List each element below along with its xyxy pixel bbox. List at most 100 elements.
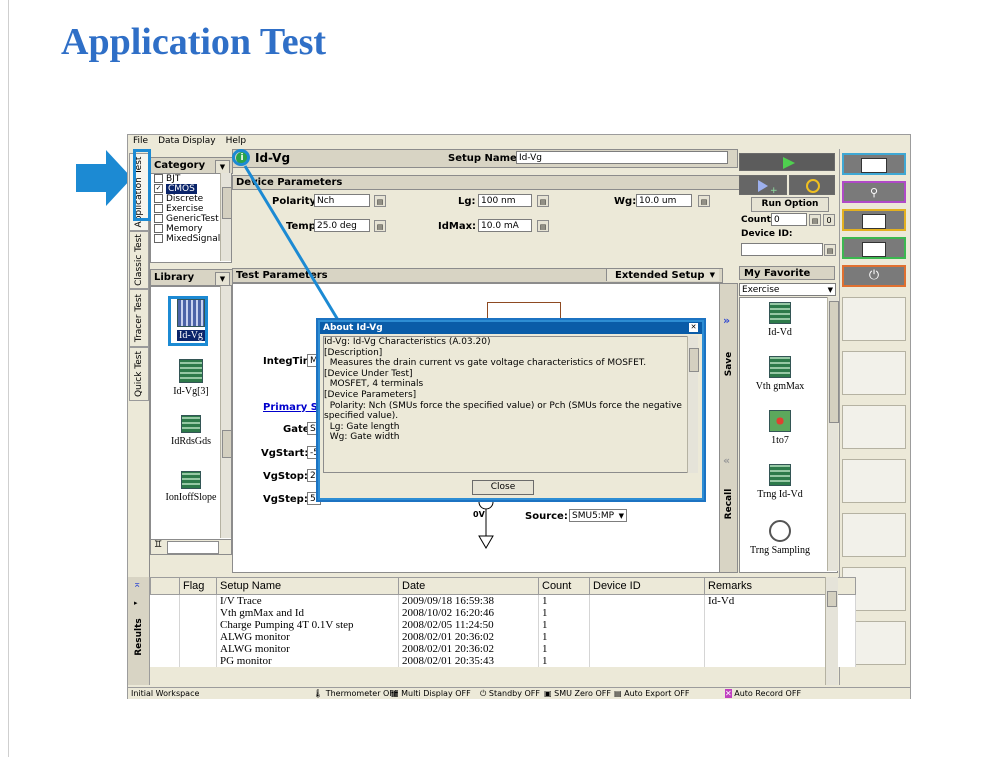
close-button[interactable]: Close [472,480,534,495]
collapse-up-icon[interactable]: ⌅ [133,579,141,590]
single-run-button[interactable] [739,153,835,171]
device-id-field[interactable] [741,243,823,256]
tab-classic-test[interactable]: Classic Test [129,231,149,289]
count-reset-button[interactable]: 0 [823,214,835,226]
checkbox-checked-icon[interactable]: ✓ [154,184,163,193]
favorite-item-1to7[interactable]: 1to7 [740,410,820,446]
col-count[interactable]: Count [538,577,590,595]
category-scrollbar[interactable] [220,173,232,261]
chevron-down-icon[interactable]: ▼ [215,272,230,286]
checkbox-icon[interactable] [154,224,163,233]
category-item-generictest[interactable]: GenericTest [151,214,231,224]
run-option-button[interactable]: Run Option [751,197,829,212]
category-item-mixedsignal[interactable]: MixedSignal [151,234,231,244]
multi-display-toggle[interactable]: ▦ Multi Display OFF [391,688,471,699]
auto-export-toggle[interactable]: ▤ Auto Export OFF [614,688,689,699]
search-view-button[interactable]: ⚲ [842,181,906,203]
table-row[interactable]: PG monitor 2008/02/01 20:35:43 1 [150,655,856,667]
empty-slot-4[interactable] [842,459,906,503]
menu-data-display[interactable]: Data Display [153,135,221,146]
scrollbar-thumb[interactable] [827,591,837,607]
thermometer-toggle[interactable]: 🌡 Thermometer OFF [313,688,399,699]
graph-view-button[interactable] [842,153,906,175]
library-item-ionioffslope[interactable]: IonIoffSlope [151,471,231,503]
count-menu-icon[interactable]: ▤ [809,214,821,226]
library-header[interactable]: Library ▼ [150,269,233,286]
library-item-id-vg-3[interactable]: Id-Vg[3] [151,359,231,397]
tab-tracer-test[interactable]: Tracer Test [129,289,149,347]
favorite-item-id-vd[interactable]: Id-Vd [740,302,820,338]
standby-toggle[interactable]: ⏻ Standby OFF [480,688,540,699]
binoculars-icon[interactable]: ♊ [154,540,162,550]
favorite-item-trng-id-vd[interactable]: Trng Id-Vd [740,464,820,500]
idmax-menu-icon[interactable]: ▤ [537,220,549,232]
category-item-bjt[interactable]: BJT [151,174,231,184]
polarity-field[interactable]: Nch [314,194,370,207]
table-row[interactable]: Charge Pumping 4T 0.1V step 2008/02/05 11… [150,619,856,631]
tab-quick-test[interactable]: Quick Test [129,347,149,401]
smu-zero-toggle[interactable]: ▣ SMU Zero OFF [544,688,611,699]
count-field[interactable]: 0 [771,213,807,226]
scrollbar-thumb[interactable] [222,430,232,458]
checkbox-icon[interactable] [154,174,163,183]
device-id-menu-icon[interactable]: ▤ [824,244,836,256]
category-item-cmos[interactable]: ✓ CMOS [151,184,231,194]
empty-slot-1[interactable] [842,297,906,341]
library-search-input[interactable] [167,541,219,554]
col-device-id[interactable]: Device ID [589,577,705,595]
idmax-field[interactable]: 10.0 mA [478,219,532,232]
wg-menu-icon[interactable]: ▤ [698,195,710,207]
scrollbar-thumb[interactable] [222,187,232,219]
save-button[interactable]: Save [720,344,737,384]
favorite-item-vth-gmmax[interactable]: Vth gmMax [740,356,820,392]
polarity-menu-icon[interactable]: ▤ [374,195,386,207]
favorite-group-select[interactable]: Exercise ▼ [739,283,836,296]
library-item-idrdsgds[interactable]: IdRdsGds [151,415,231,447]
temp-menu-icon[interactable]: ▤ [374,220,386,232]
recall-button[interactable]: Recall [720,484,737,524]
power-button[interactable]: ⏻ [842,265,906,287]
close-icon[interactable]: ✕ [689,323,698,332]
extended-setup-dropdown[interactable]: Extended Setup ▼ [606,269,719,281]
display-view-button[interactable] [842,209,906,231]
append-run-button[interactable]: + [739,175,787,196]
source-select[interactable]: SMU5:MP ▼ [569,509,627,522]
temp-field[interactable]: 25.0 deg [314,219,370,232]
repeat-run-button[interactable] [789,175,835,195]
category-item-memory[interactable]: Memory [151,224,231,234]
lg-field[interactable]: 100 nm [478,194,532,207]
wg-field[interactable]: 10.0 um [636,194,692,207]
setup-name-field[interactable]: Id-Vg [516,151,728,164]
expand-right-icon[interactable]: » [723,314,730,327]
checkbox-icon[interactable] [154,194,163,203]
menu-help[interactable]: Help [221,135,252,146]
chevron-down-icon[interactable]: ▼ [215,160,230,174]
results-scrollbar[interactable] [825,577,838,685]
checkbox-icon[interactable] [154,214,163,223]
empty-slot-2[interactable] [842,351,906,395]
category-item-discrete[interactable]: Discrete [151,194,231,204]
calendar-view-button[interactable] [842,237,906,259]
empty-slot-3[interactable] [842,405,906,449]
about-dialog-scrollbar[interactable] [687,336,699,473]
library-scrollbar[interactable] [220,286,232,538]
menu-file[interactable]: File [128,135,153,146]
checkbox-icon[interactable] [154,204,163,213]
tab-results[interactable]: Results [128,617,149,657]
auto-record-toggle[interactable]: ✕ Auto Record OFF [725,688,801,699]
lg-menu-icon[interactable]: ▤ [537,195,549,207]
category-header[interactable]: Category ▼ [150,157,233,174]
col-setup-name[interactable]: Setup Name [216,577,399,595]
scrollbar-thumb[interactable] [689,348,699,372]
category-item-exercise[interactable]: Exercise [151,204,231,214]
favorite-item-trng-sampling[interactable]: Trng Sampling [740,520,820,556]
col-flag[interactable]: Flag [179,577,217,595]
checkbox-icon[interactable] [154,234,163,243]
favorite-setup-header[interactable]: My Favorite Setup▼ [739,266,835,293]
empty-slot-5[interactable] [842,513,906,557]
col-date[interactable]: Date [398,577,539,595]
expand-left-icon[interactable]: « [723,454,730,467]
table-row[interactable]: ALWG monitor 2008/02/01 20:36:02 1 [150,631,856,643]
favorite-scrollbar[interactable] [827,297,839,571]
scrollbar-thumb[interactable] [829,301,839,423]
